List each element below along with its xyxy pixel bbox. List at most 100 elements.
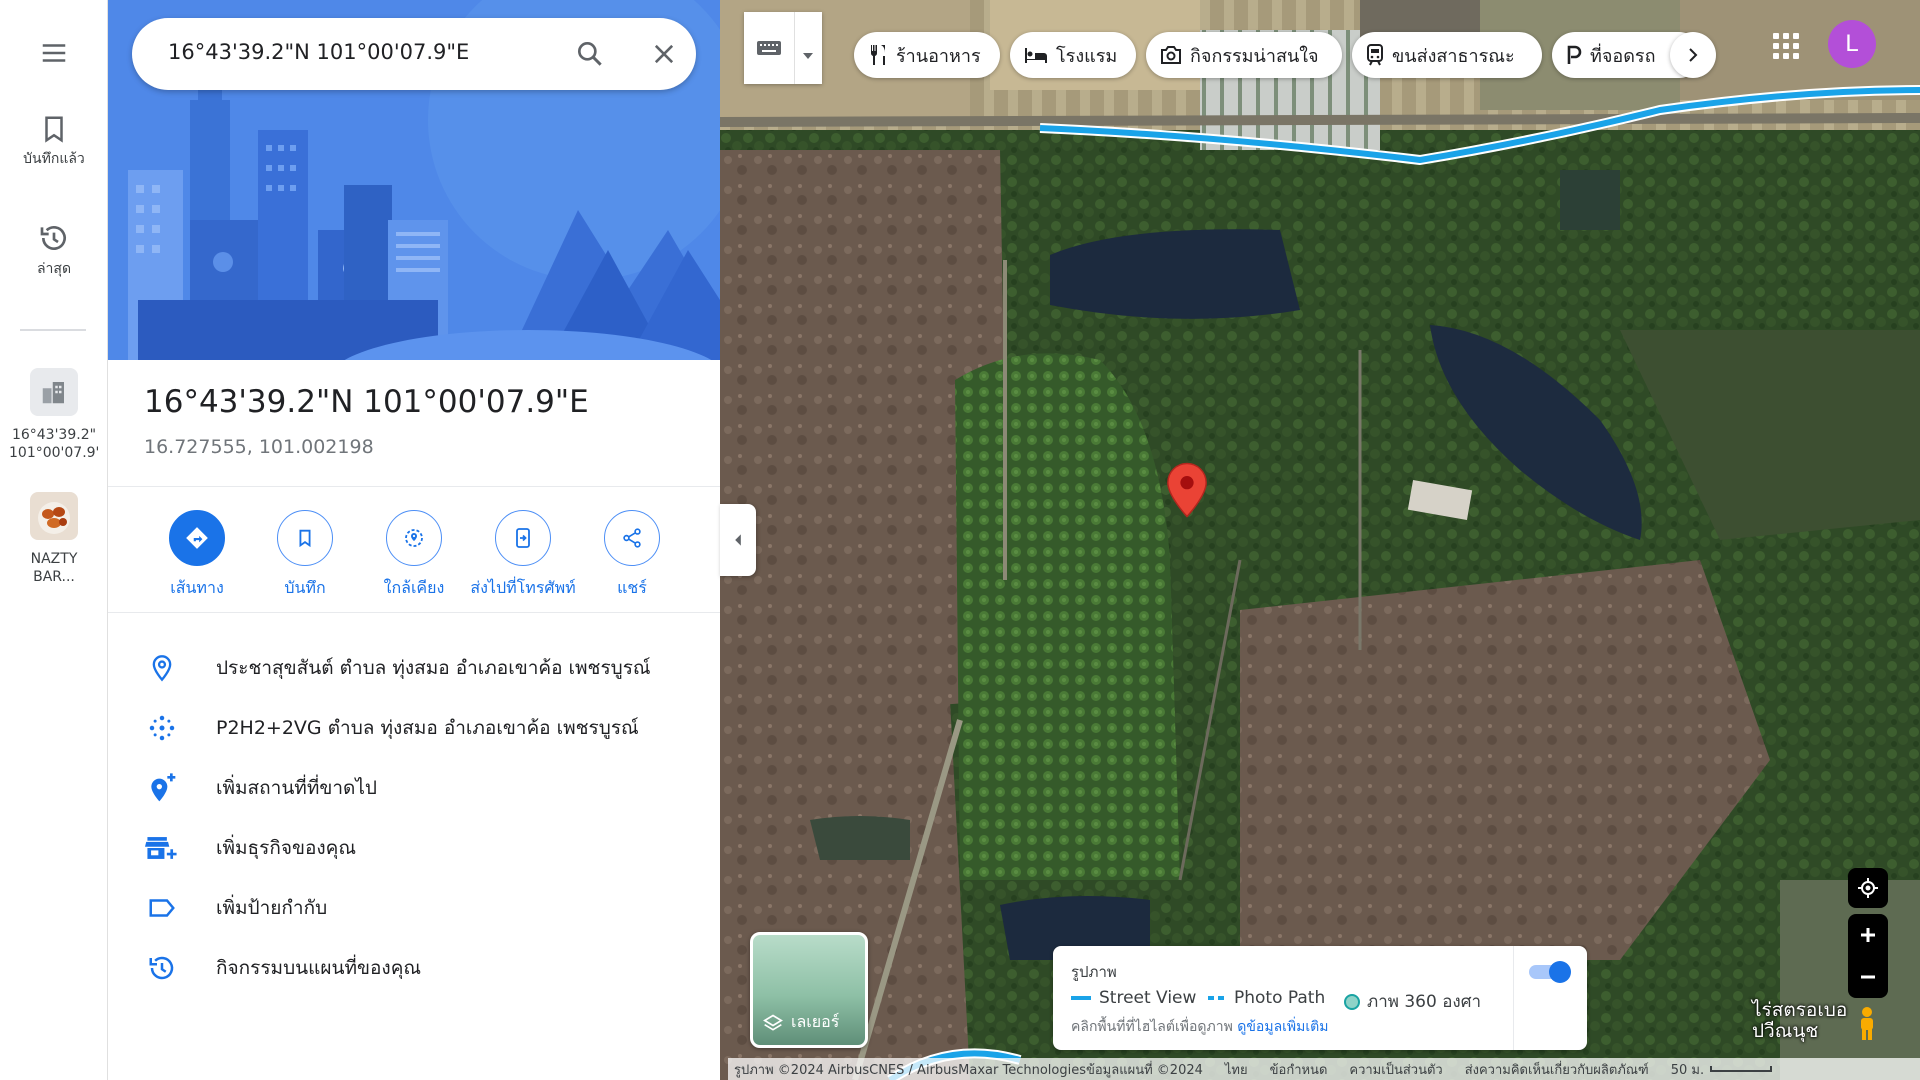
recent-item-nazty-bar[interactable]: NAZTY BAR... bbox=[0, 492, 108, 586]
add-business-icon bbox=[144, 830, 180, 866]
directions-button[interactable]: เส้นทาง bbox=[142, 510, 252, 601]
recent-item-coordinates[interactable]: 16°43'39.2" 101°00'07.9"E bbox=[0, 368, 108, 462]
clear-search-button[interactable] bbox=[650, 40, 678, 68]
legend-photo-path: Photo Path bbox=[1208, 988, 1325, 1008]
nearby-button[interactable]: ใกล้เคียง bbox=[359, 510, 469, 601]
learn-more-link[interactable]: ดูข้อมูลเพิ่มเติม bbox=[1237, 1019, 1328, 1035]
chip-things-to-do[interactable]: กิจกรรมน่าสนใจ bbox=[1146, 32, 1342, 78]
satellite-map[interactable] bbox=[720, 0, 1920, 1080]
restaurant-icon bbox=[868, 44, 888, 66]
google-apps-button[interactable] bbox=[1770, 30, 1800, 60]
send-to-phone-button[interactable]: ส่งไปที่โทรศัพท์ bbox=[468, 510, 578, 601]
nearby-icon bbox=[405, 529, 423, 547]
privacy-link[interactable]: ความเป็นส่วนตัว bbox=[1349, 1059, 1442, 1080]
send-to-phone-circle bbox=[495, 510, 551, 566]
recent-button[interactable]: ล่าสุด bbox=[0, 222, 108, 278]
chip-restaurants[interactable]: ร้านอาหาร bbox=[854, 32, 1000, 78]
search-box[interactable]: 16°43'39.2"N 101°00'07.9"E bbox=[132, 18, 696, 90]
satellite-imagery bbox=[720, 0, 1920, 1080]
map-footer: รูปภาพ ©2024 AirbusCNES / AirbusMaxar Te… bbox=[728, 1058, 1920, 1080]
save-button[interactable]: บันทึก bbox=[250, 510, 360, 601]
add-label-text: เพิ่มป้ายกำกับ bbox=[216, 897, 328, 919]
transit-icon bbox=[1366, 44, 1384, 66]
place-decimal-coords[interactable]: 16.727555, 101.002198 bbox=[144, 436, 374, 458]
chip-transit[interactable]: ขนส่งสาธารณะ bbox=[1352, 32, 1542, 78]
map-activity-row[interactable]: กิจกรรมบนแผนที่ของคุณ bbox=[108, 940, 720, 996]
zoom-out-button[interactable] bbox=[1848, 956, 1888, 998]
save-circle bbox=[277, 510, 333, 566]
food-photo bbox=[30, 492, 78, 540]
rail-divider bbox=[20, 329, 86, 331]
scale-label: 50 ม. bbox=[1670, 1062, 1705, 1078]
dashed-line-icon bbox=[1208, 996, 1224, 1000]
saved-button[interactable]: บันทึกแล้ว bbox=[0, 114, 108, 168]
address-row[interactable]: ประชาสุขสันต์ ตำบล ทุ่งสมอ อำเภอเขาค้อ เ… bbox=[108, 640, 720, 696]
input-tools-button[interactable] bbox=[744, 12, 822, 84]
chip-hotels[interactable]: โรงแรม bbox=[1010, 32, 1136, 78]
scale-bar-line bbox=[1710, 1066, 1773, 1072]
recent-item-line2: BAR... bbox=[33, 569, 75, 585]
poi-label-strawberry-farm[interactable]: ไร่สตรอเบอ ปวีณนุช bbox=[1752, 1000, 1847, 1042]
street-view-toggle[interactable] bbox=[1529, 960, 1571, 983]
directions-label: เส้นทาง bbox=[170, 578, 224, 597]
camera-icon bbox=[1160, 45, 1182, 65]
directions-icon bbox=[186, 527, 208, 549]
plus-code-icon bbox=[144, 710, 180, 746]
chevron-right-icon bbox=[1689, 48, 1698, 62]
address-text: ประชาสุขสันต์ ตำบล ทุ่งสมอ อำเภอเขาค้อ เ… bbox=[216, 657, 651, 679]
keyboard-icon bbox=[757, 41, 781, 55]
save-label: บันทึก bbox=[284, 578, 326, 597]
place-panel: 16°43'39.2"N 101°00'07.9"E 16°43'39.2"N … bbox=[108, 0, 720, 1080]
hamburger-menu-icon bbox=[42, 44, 66, 62]
add-missing-place-text: เพิ่มสถานที่ที่ขาดไป bbox=[216, 777, 377, 799]
terms-link[interactable]: ข้อกำหนด bbox=[1270, 1059, 1328, 1080]
map-pin-marker[interactable] bbox=[1166, 462, 1208, 522]
chip-label: โรงแรม bbox=[1056, 45, 1118, 67]
legend-street-view-label: Street View bbox=[1099, 988, 1197, 1008]
feedback-link[interactable]: ส่งความคิดเห็นเกี่ยวกับผลิตภัณฑ์ bbox=[1465, 1059, 1649, 1080]
chips-next-button[interactable] bbox=[1670, 32, 1716, 78]
pegman-street-view[interactable] bbox=[1854, 1006, 1880, 1046]
zoom-in-button[interactable] bbox=[1848, 914, 1888, 956]
add-business-row[interactable]: เพิ่มธุรกิจของคุณ bbox=[108, 820, 720, 876]
layers-button[interactable]: เลเยอร์ bbox=[750, 932, 868, 1048]
menu-button[interactable] bbox=[0, 38, 108, 68]
language-link[interactable]: ไทย bbox=[1225, 1059, 1248, 1080]
add-missing-place-row[interactable]: เพิ่มสถานที่ที่ขาดไป bbox=[108, 760, 720, 816]
bookmark-icon bbox=[299, 529, 311, 548]
hotel-icon bbox=[1024, 46, 1048, 64]
share-label: แชร์ bbox=[617, 578, 647, 597]
my-location-button[interactable] bbox=[1848, 868, 1888, 908]
search-input[interactable]: 16°43'39.2"N 101°00'07.9"E bbox=[168, 40, 469, 64]
apps-grid-icon bbox=[1773, 33, 1779, 39]
poi-label-line2: ปวีณนุช bbox=[1752, 1020, 1819, 1042]
toggle-knob bbox=[1549, 961, 1571, 983]
account-avatar[interactable]: L bbox=[1828, 20, 1876, 68]
search-icon bbox=[578, 41, 602, 66]
minus-icon bbox=[1861, 975, 1875, 979]
legend-note-text: คลิกพื้นที่ที่ไฮไลต์เพื่อดูภาพ bbox=[1071, 1019, 1233, 1035]
share-button[interactable]: แชร์ bbox=[577, 510, 687, 601]
crosshair-icon bbox=[1858, 878, 1878, 898]
divider bbox=[108, 486, 720, 487]
legend-title: รูปภาพ bbox=[1071, 963, 1117, 981]
share-circle bbox=[604, 510, 660, 566]
solid-line-icon bbox=[1071, 996, 1091, 1000]
legend-360-photo: ภาพ 360 องศา bbox=[1343, 988, 1481, 1015]
search-button[interactable] bbox=[574, 38, 606, 70]
share-icon bbox=[623, 528, 641, 548]
collapse-panel-button[interactable] bbox=[720, 504, 756, 576]
street-view-legend: รูปภาพ Street View Photo Path ภาพ 360 อง… bbox=[1053, 946, 1587, 1050]
recent-item-line1: 16°43'39.2" bbox=[11, 427, 97, 443]
close-icon bbox=[654, 44, 674, 64]
plus-code-row[interactable]: P2H2+2VG ตำบล ทุ่งสมอ อำเภอเขาค้อ เพชรบู… bbox=[108, 700, 720, 756]
history-icon bbox=[40, 226, 66, 250]
plus-icon bbox=[1861, 928, 1875, 942]
layers-icon bbox=[763, 1014, 783, 1031]
add-business-text: เพิ่มธุรกิจของคุณ bbox=[216, 837, 356, 859]
divider bbox=[1513, 946, 1514, 1050]
scale-bar[interactable]: 50 ม. bbox=[1670, 1059, 1773, 1080]
add-label-row[interactable]: เพิ่มป้ายกำกับ bbox=[108, 880, 720, 936]
pegman-icon bbox=[1861, 1007, 1873, 1040]
recent-thumbnail bbox=[30, 368, 78, 416]
